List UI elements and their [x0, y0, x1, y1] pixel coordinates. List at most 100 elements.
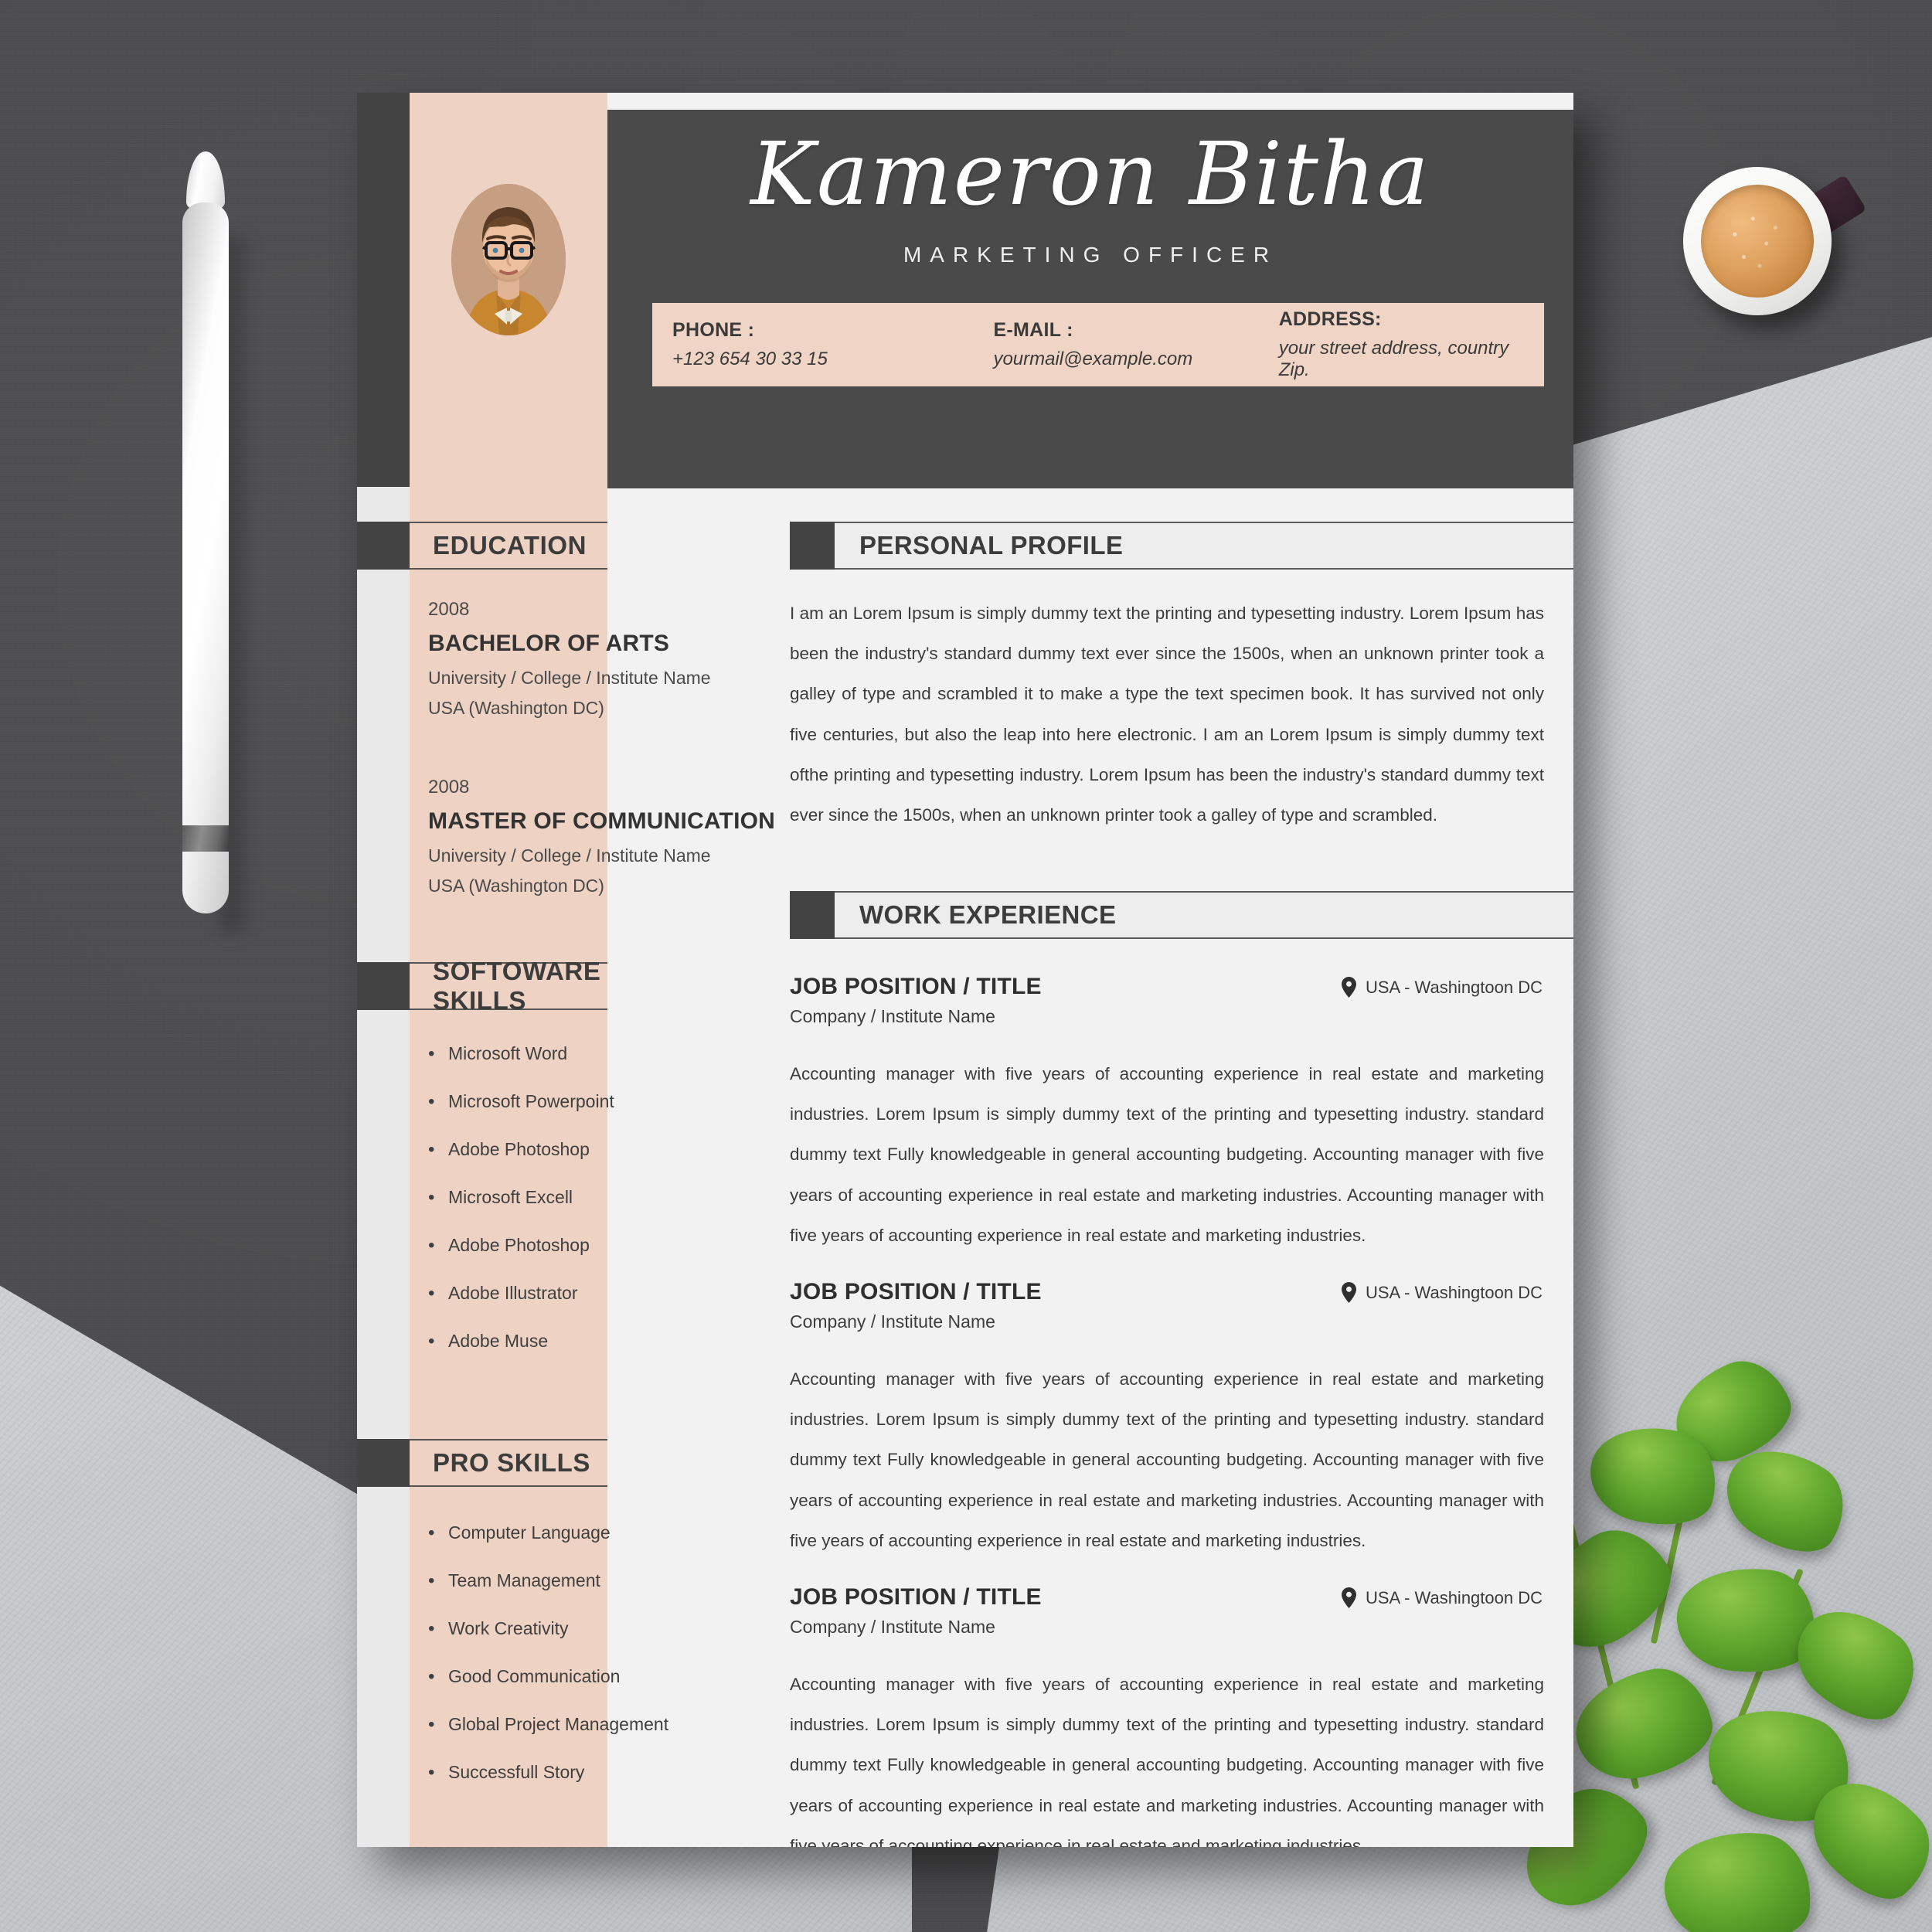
address-value: your street address, country Zip.	[1278, 338, 1509, 380]
section-title-bar: PRO SKILLS	[410, 1439, 607, 1487]
stylus-body	[182, 202, 229, 913]
work-entry-header: JOB POSITION / TITLE Company / Institute…	[790, 974, 1544, 1032]
job-location: USA - Washingtoon DC	[1341, 1282, 1543, 1303]
bullet-icon: •	[428, 1331, 435, 1352]
job-title: JOB POSITION / TITLE	[790, 974, 1042, 999]
work-experience-entry: JOB POSITION / TITLE Company / Institute…	[790, 1584, 1544, 1847]
education-location: USA (Washington DC)	[428, 698, 604, 718]
bullet-icon: •	[428, 1043, 435, 1064]
skill-label: Team Management	[448, 1570, 600, 1590]
job-company: Company / Institute Name	[790, 1006, 995, 1026]
job-company: Company / Institute Name	[790, 1617, 995, 1637]
job-location: USA - Washingtoon DC	[1341, 1587, 1543, 1608]
education-school: University / College / Institute Name	[428, 845, 711, 866]
personal-profile-heading: PERSONAL PROFILE	[859, 531, 1124, 560]
coffee-crema	[1701, 185, 1814, 298]
job-description: Accounting manager with five years of ac…	[790, 1064, 1544, 1245]
contact-bar: PHONE : +123 654 30 33 15 E-MAIL : yourm…	[652, 303, 1544, 386]
section-accent-block	[357, 1439, 410, 1487]
skill-label: Work Creativity	[448, 1618, 569, 1638]
job-company: Company / Institute Name	[790, 1311, 995, 1332]
software-skills-heading: SOFTOWARE SKILLS	[433, 957, 601, 1015]
skill-label: Computer Language	[448, 1522, 611, 1543]
skill-label: Microsoft Powerpoint	[448, 1091, 614, 1111]
list-item: • Adobe Photoshop	[428, 1235, 799, 1256]
section-header-personal-profile: PERSONAL PROFILE	[790, 522, 1573, 570]
education-entry: 2008 MASTER OF COMMUNICATION University …	[428, 777, 815, 896]
plant-leaf	[1658, 1824, 1818, 1932]
section-header-education: EDUCATION	[357, 522, 607, 570]
left-white-gutter	[357, 487, 410, 1847]
map-pin-icon	[1341, 1587, 1356, 1608]
list-item: • Adobe Muse	[428, 1331, 799, 1352]
pro-skills-heading: PRO SKILLS	[433, 1448, 591, 1477]
job-title: JOB POSITION / TITLE	[790, 1584, 1042, 1610]
list-item: • Adobe Photoshop	[428, 1139, 799, 1160]
list-item: • Work Creativity	[428, 1618, 799, 1639]
resume-page: Kameron Bitha MARKETING OFFICER PHONE : …	[357, 93, 1573, 1847]
section-title-bar: SOFTOWARE SKILLS	[410, 957, 607, 1015]
skill-label: Successfull Story	[448, 1762, 585, 1782]
work-experience-heading: WORK EXPERIENCE	[859, 900, 1117, 929]
bullet-icon: •	[428, 1235, 435, 1256]
education-school: University / College / Institute Name	[428, 668, 711, 688]
pro-skills-list: • Computer Language • Team Management • Wor…	[428, 1522, 799, 1810]
education-heading: EDUCATION	[433, 531, 587, 560]
section-title-bar: PERSONAL PROFILE	[835, 522, 1573, 570]
job-location-label: USA - Washingtoon DC	[1365, 1282, 1543, 1302]
bullet-icon: •	[428, 1522, 435, 1543]
bullet-icon: •	[428, 1283, 435, 1304]
contact-address: ADDRESS: your street address, country Zi…	[1259, 308, 1544, 381]
job-location-label: USA - Washingtoon DC	[1365, 977, 1543, 997]
work-experience-entry: JOB POSITION / TITLE Company / Institute…	[790, 974, 1544, 1245]
education-entry: 2008 BACHELOR OF ARTS University / Colle…	[428, 599, 815, 719]
contact-phone: PHONE : +123 654 30 33 15	[652, 319, 973, 370]
bullet-icon: •	[428, 1570, 435, 1591]
work-entry-header: JOB POSITION / TITLE Company / Institute…	[790, 1584, 1544, 1643]
email-label: E-MAIL :	[993, 319, 1073, 341]
section-header-pro-skills: PRO SKILLS	[357, 1439, 607, 1487]
bullet-icon: •	[428, 1187, 435, 1208]
list-item: • Successfull Story	[428, 1762, 799, 1783]
bullet-icon: •	[428, 1618, 435, 1639]
list-item: • Adobe Illustrator	[428, 1283, 799, 1304]
stylus-pencil	[179, 151, 252, 947]
skill-label: Global Project Management	[448, 1714, 669, 1734]
stylus-tip	[186, 151, 225, 209]
section-accent-block	[790, 891, 835, 939]
map-pin-icon	[1341, 1282, 1356, 1303]
personal-profile-body: I am an Lorem Ipsum is simply dummy text…	[790, 604, 1544, 825]
section-header-software-skills: SOFTOWARE SKILLS	[357, 957, 607, 1015]
contact-email: E-MAIL : yourmail@example.com	[973, 319, 1258, 370]
list-item: • Microsoft Word	[428, 1043, 799, 1064]
job-description: Accounting manager with five years of ac…	[790, 1675, 1544, 1847]
section-title-bar: EDUCATION	[410, 522, 607, 570]
profile-photo	[451, 184, 566, 335]
coffee-cup	[1683, 167, 1867, 315]
job-title: JOB POSITION / TITLE	[790, 1279, 1042, 1304]
resume-header: Kameron Bitha MARKETING OFFICER PHONE : …	[607, 110, 1573, 488]
left-dark-rail	[357, 93, 410, 487]
skill-label: Good Communication	[448, 1666, 621, 1686]
education-location: USA (Washington DC)	[428, 876, 604, 896]
stylus-band	[182, 825, 229, 852]
section-title-bar: WORK EXPERIENCE	[835, 891, 1573, 939]
education-degree: MASTER OF COMMUNICATION	[428, 808, 776, 834]
education-degree: BACHELOR OF ARTS	[428, 631, 670, 656]
software-skills-list: • Microsoft Word • Microsoft Powerpoint • A…	[428, 1043, 799, 1379]
phone-value: +123 654 30 33 15	[672, 349, 828, 369]
skill-label: Adobe Illustrator	[448, 1283, 578, 1303]
education-year: 2008	[428, 599, 470, 620]
job-location-label: USA - Washingtoon DC	[1365, 1587, 1543, 1607]
bullet-icon: •	[428, 1666, 435, 1687]
plant-leaf	[1565, 1659, 1721, 1789]
job-description: Accounting manager with five years of ac…	[790, 1369, 1544, 1550]
bullet-icon: •	[428, 1091, 435, 1112]
list-item: • Team Management	[428, 1570, 799, 1591]
list-item: • Microsoft Powerpoint	[428, 1091, 799, 1112]
section-header-work-experience: WORK EXPERIENCE	[790, 891, 1573, 939]
list-item: • Computer Language	[428, 1522, 799, 1543]
education-year: 2008	[428, 777, 470, 798]
address-label: ADDRESS:	[1278, 308, 1382, 330]
email-value: yourmail@example.com	[993, 349, 1193, 369]
